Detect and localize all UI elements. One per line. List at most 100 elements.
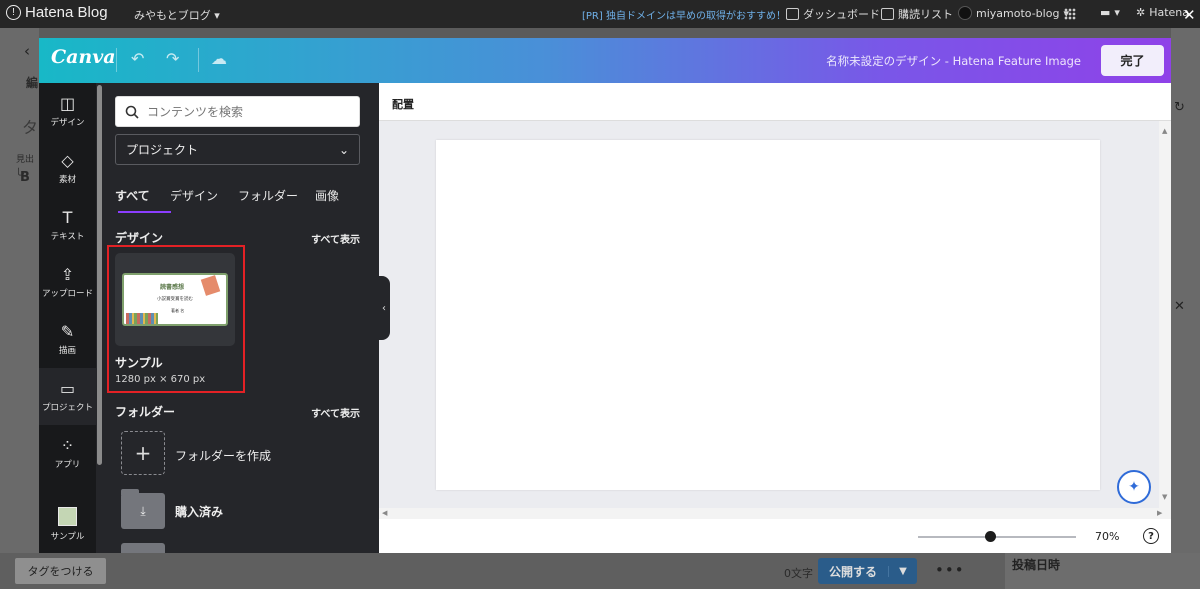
- post-date-panel: 投稿日時: [1005, 553, 1200, 589]
- speech-bubble-icon: ▬: [1100, 6, 1111, 19]
- blog-name-menu[interactable]: みやもとブログ ▾: [134, 7, 220, 23]
- apps-grid-icon[interactable]: [1064, 8, 1076, 20]
- promo-link[interactable]: [PR] 独自ドメインは早めの取得がおすすめ！: [582, 7, 786, 22]
- publish-label: 公開する: [828, 564, 877, 579]
- plus-icon: +: [134, 441, 152, 465]
- dashboard-link[interactable]: ダッシュボード: [786, 6, 880, 22]
- chevron-down-icon[interactable]: ▼: [888, 565, 917, 577]
- content-search[interactable]: [115, 96, 360, 127]
- blog-name-label: みやもとブログ: [134, 9, 211, 22]
- scroll-right-icon[interactable]: ▶: [1157, 509, 1162, 517]
- active-tab-indicator: [118, 211, 171, 213]
- back-chevron-icon: ‹: [24, 42, 30, 60]
- project-tabs: すべて デザイン フォルダー 画像: [115, 187, 365, 215]
- user-menu[interactable]: miyamoto-blog▾: [958, 6, 1069, 20]
- chevron-down-icon: ⌄: [338, 142, 349, 157]
- designs-see-all-link[interactable]: すべて表示: [311, 231, 360, 246]
- projects-panel: プロジェクト ⌄ すべて デザイン フォルダー 画像 デザイン すべて表示 読書…: [102, 83, 379, 553]
- tab-design[interactable]: デザイン: [170, 187, 218, 204]
- reading-list-link[interactable]: 購読リスト: [881, 6, 953, 22]
- rail-item-elements[interactable]: ◇ 素材: [39, 140, 96, 197]
- notifications-menu[interactable]: ▬ ▾: [1100, 6, 1120, 19]
- magic-sparkle-icon[interactable]: ✦: [1117, 470, 1151, 504]
- tab-folder[interactable]: フォルダー: [238, 187, 298, 204]
- sample-thumbnail: [58, 507, 77, 526]
- rail-label-apps: アプリ: [54, 459, 81, 470]
- designs-section-title: デザイン: [115, 231, 164, 245]
- search-icon: [125, 105, 139, 119]
- post-date-title: 投稿日時: [1012, 558, 1061, 572]
- toolbar-divider: [198, 48, 199, 72]
- canvas-footer: 70% ?: [379, 519, 1171, 553]
- rail-label-draw: 描画: [58, 345, 76, 356]
- dashboard-icon: [786, 8, 799, 20]
- notifications-caret: ▾: [1114, 6, 1120, 19]
- publish-button[interactable]: 公開する ▼: [818, 558, 917, 584]
- toolbar-divider: [116, 48, 117, 72]
- design-title[interactable]: 名称未設定のデザイン - Hatena Feature Image: [826, 53, 1081, 69]
- purchased-folder-label[interactable]: 購入済み: [175, 503, 223, 520]
- rail-item-projects[interactable]: ▭ プロジェクト: [39, 368, 96, 425]
- upload-cloud-icon: ⇪: [60, 264, 75, 284]
- search-input[interactable]: [147, 104, 347, 119]
- close-panel-icon: ✕: [1174, 299, 1185, 314]
- edit-tab-label: 編: [26, 76, 39, 90]
- user-name: miyamoto-blog: [976, 6, 1060, 20]
- canva-modal: Canva ↶ ↷ ☁ 名称未設定のデザイン - Hatena Feature …: [39, 38, 1171, 553]
- undo-icon[interactable]: ↶: [131, 49, 144, 68]
- position-button[interactable]: 配置: [392, 96, 414, 112]
- zoom-value[interactable]: 70%: [1095, 530, 1119, 543]
- rail-label-design: デザイン: [50, 117, 85, 128]
- tab-images[interactable]: 画像: [315, 187, 339, 204]
- create-folder-label[interactable]: フォルダーを作成: [175, 447, 271, 464]
- rail-label-text: テキスト: [50, 231, 85, 242]
- more-options-icon[interactable]: •••: [935, 561, 965, 579]
- folder-item[interactable]: [121, 543, 165, 553]
- scroll-down-icon[interactable]: ▼: [1162, 493, 1167, 501]
- cloud-save-icon[interactable]: ☁: [211, 49, 227, 68]
- collapse-panel-button[interactable]: ‹: [378, 276, 390, 340]
- done-button[interactable]: 完了: [1101, 45, 1164, 76]
- folder-icon: ▭: [59, 378, 76, 398]
- bold-button: B: [20, 170, 30, 185]
- add-tag-button[interactable]: タグをつける: [15, 558, 106, 584]
- shapes-icon: ◇: [61, 150, 74, 170]
- rail-label-projects: プロジェクト: [41, 402, 93, 413]
- scroll-up-icon[interactable]: ▲: [1162, 127, 1167, 135]
- hatena-blog-logo[interactable]: ! Hatena Blog: [6, 4, 108, 21]
- horizontal-scrollbar[interactable]: ◀ ▶: [379, 508, 1171, 519]
- project-select-value: プロジェクト: [126, 143, 199, 157]
- create-folder-button[interactable]: +: [121, 431, 165, 475]
- tag-placeholder: タ: [22, 118, 39, 137]
- project-select[interactable]: プロジェクト ⌄: [115, 134, 360, 165]
- design-page[interactable]: [436, 140, 1100, 490]
- help-icon[interactable]: ?: [1143, 528, 1159, 544]
- rail-item-sample[interactable]: サンプル: [39, 496, 96, 553]
- rail-item-design[interactable]: ◫ デザイン: [39, 83, 96, 140]
- zoom-slider-knob[interactable]: [985, 531, 997, 542]
- rail-item-upload[interactable]: ⇪ アップロード: [39, 254, 96, 311]
- hatena-top-bar: ! Hatena Blog みやもとブログ ▾ [PR] 独自ドメインは早めの取…: [0, 0, 1200, 28]
- close-icon[interactable]: ✕: [1183, 6, 1196, 24]
- vertical-scrollbar[interactable]: ▲ ▼: [1159, 121, 1171, 508]
- rail-item-apps[interactable]: ⁘ アプリ: [39, 425, 96, 482]
- rail-item-text[interactable]: T テキスト: [39, 197, 96, 254]
- hatena-menu[interactable]: ✲ Hatena: [1136, 6, 1189, 19]
- folders-see-all-link[interactable]: すべて表示: [311, 405, 360, 420]
- dashboard-label: ダッシュボード: [803, 8, 880, 21]
- mail-icon: [881, 8, 894, 20]
- redo-icon[interactable]: ↷: [166, 49, 179, 68]
- purchased-folder[interactable]: ⤓: [121, 489, 165, 529]
- rail-label-sample: サンプル: [50, 532, 85, 542]
- hatena-blog-logo-text: Hatena Blog: [25, 4, 108, 21]
- apps-grid-icon: ⁘: [60, 435, 75, 455]
- rail-item-draw[interactable]: ✎ 描画: [39, 311, 96, 368]
- reading-list-label: 購読リスト: [898, 8, 953, 21]
- refresh-icon: ↻: [1174, 100, 1185, 115]
- canvas-area: 配置 ▲ ▼ ◀ ▶ ✦ 70% ?: [379, 83, 1171, 553]
- highlight-frame: [107, 245, 245, 393]
- canvas-header: 配置: [379, 83, 1171, 121]
- zoom-slider[interactable]: [918, 536, 1076, 538]
- scroll-left-icon[interactable]: ◀: [382, 509, 387, 517]
- tab-all[interactable]: すべて: [115, 187, 150, 204]
